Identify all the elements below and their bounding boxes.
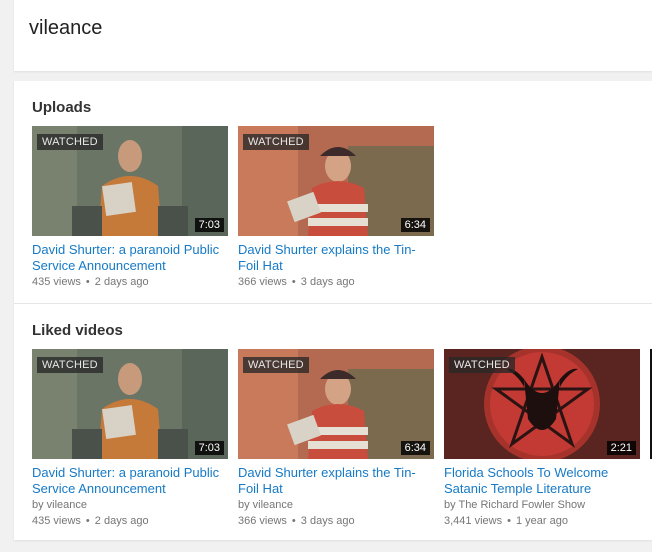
view-count: 366 views (238, 515, 287, 527)
liked-section-title[interactable]: Liked videos (32, 322, 123, 339)
watched-badge: WATCHED (243, 134, 309, 150)
upload-age: 3 days ago (300, 515, 355, 527)
upload-age: 3 days ago (300, 276, 355, 288)
channel-content: Uploads WATCHED 7:03 David Shurter: a pa… (14, 81, 652, 540)
video-thumbnail[interactable]: WATCHED 6:34 (238, 349, 434, 459)
video-stats: 366 views • 3 days ago (238, 513, 434, 529)
upload-video-1: WATCHED 7:03 David Shurter: a paranoid P… (32, 126, 228, 290)
video-title-link[interactable]: David Shurter explains the Tin-Foil Hat (238, 242, 434, 274)
watched-badge: WATCHED (449, 357, 515, 373)
liked-video-3: WATCHED 2:21 Florida Schools To Welcome … (444, 349, 640, 529)
video-duration: 2:21 (606, 441, 636, 455)
channel-name[interactable]: vileance (29, 17, 102, 40)
video-stats: 366 views • 3 days ago (238, 274, 434, 290)
meta-separator: • (85, 515, 90, 527)
upload-video-2: WATCHED 6:34 David Shurter explains the … (238, 126, 434, 290)
video-title-link[interactable]: David Shurter: a paranoid Public Service… (32, 465, 228, 497)
video-thumbnail[interactable]: WATCHED 6:34 (238, 126, 434, 236)
meta-separator: • (507, 515, 511, 527)
video-duration: 7:03 (194, 441, 224, 455)
video-thumbnail[interactable]: WATCHED 7:03 (32, 349, 228, 459)
video-channel[interactable]: by The Richard Fowler Show (444, 497, 640, 513)
view-count: 366 views (238, 276, 287, 288)
view-count: 435 views (32, 515, 81, 527)
video-stats: 3,441 views • 1 year ago (444, 513, 640, 529)
upload-age: 2 days ago (94, 515, 149, 527)
video-stats: 435 views • 2 days ago (32, 513, 228, 529)
meta-separator: • (291, 276, 296, 288)
video-channel[interactable]: by vileance (32, 497, 228, 513)
video-duration: 6:34 (400, 441, 430, 455)
upload-age: 2 days ago (94, 276, 149, 288)
video-duration: 6:34 (400, 218, 430, 232)
watched-badge: WATCHED (37, 357, 103, 373)
channel-header: vileance (14, 0, 652, 71)
video-thumbnail[interactable]: WATCHED 2:21 (444, 349, 640, 459)
video-thumbnail[interactable]: WATCHED 7:03 (32, 126, 228, 236)
video-title-link[interactable]: David Shurter: a paranoid Public Service… (32, 242, 228, 274)
video-stats: 435 views • 2 days ago (32, 274, 228, 290)
liked-video-2: WATCHED 6:34 David Shurter explains the … (238, 349, 434, 529)
upload-age: 1 year ago (515, 515, 568, 527)
video-title-link[interactable]: David Shurter explains the Tin-Foil Hat (238, 465, 434, 497)
watched-badge: WATCHED (243, 357, 309, 373)
watched-badge: WATCHED (37, 134, 103, 150)
meta-separator: • (291, 515, 296, 527)
section-divider (14, 303, 652, 304)
liked-video-1: WATCHED 7:03 David Shurter: a paranoid P… (32, 349, 228, 529)
video-title-link[interactable]: Florida Schools To Welcome Satanic Templ… (444, 465, 640, 497)
video-channel[interactable]: by vileance (238, 497, 434, 513)
uploads-section-title[interactable]: Uploads (32, 99, 91, 116)
video-duration: 7:03 (194, 218, 224, 232)
view-count: 435 views (32, 276, 81, 288)
view-count: 3,441 views (444, 515, 503, 527)
meta-separator: • (85, 276, 90, 288)
